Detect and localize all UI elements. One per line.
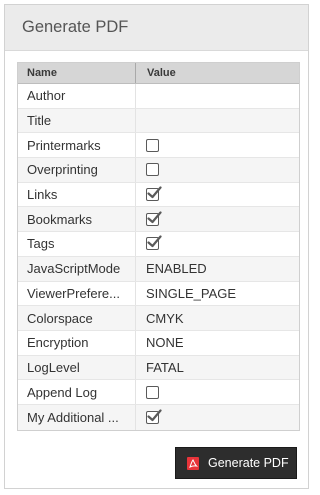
property-value[interactable]: ENABLED bbox=[136, 257, 299, 281]
property-name: Author bbox=[18, 84, 136, 108]
grid-row[interactable]: My Additional ... bbox=[18, 404, 299, 430]
property-value[interactable]: FATAL bbox=[136, 356, 299, 380]
property-name: Append Log bbox=[18, 380, 136, 404]
grid-row[interactable]: Append Log bbox=[18, 380, 299, 405]
property-value bbox=[136, 207, 299, 231]
property-value[interactable] bbox=[136, 109, 299, 133]
grid-row[interactable]: Tags bbox=[18, 232, 299, 257]
grid-row[interactable]: LogLevel FATAL bbox=[18, 355, 299, 381]
generate-pdf-label: Generate PDF bbox=[208, 456, 289, 470]
property-value bbox=[136, 183, 299, 207]
checkbox-checked[interactable] bbox=[146, 235, 162, 251]
grid-row[interactable]: Links bbox=[18, 182, 299, 208]
generate-pdf-button[interactable]: Generate PDF bbox=[175, 447, 297, 479]
property-name: Printermarks bbox=[18, 133, 136, 158]
property-name: Bookmarks bbox=[18, 207, 136, 232]
checkmark-icon bbox=[147, 409, 162, 421]
property-value-text: NONE bbox=[146, 335, 184, 351]
checkbox-checked[interactable] bbox=[146, 409, 162, 424]
property-name: Title bbox=[18, 108, 136, 133]
property-name: My Additional ... bbox=[18, 404, 136, 430]
property-value[interactable]: NONE bbox=[136, 331, 299, 355]
grid-row[interactable]: Bookmarks bbox=[18, 207, 299, 233]
checkmark-icon bbox=[147, 186, 162, 199]
grid-row[interactable]: Printermarks bbox=[18, 133, 299, 159]
property-value[interactable]: CMYK bbox=[136, 306, 299, 330]
property-name: Overprinting bbox=[18, 158, 136, 182]
checkmark-icon bbox=[147, 235, 162, 248]
property-name: JavaScriptMode bbox=[18, 256, 136, 281]
property-value bbox=[136, 405, 299, 430]
property-value bbox=[136, 158, 299, 182]
grid-row[interactable]: Title bbox=[18, 108, 299, 134]
property-name: Encryption bbox=[18, 330, 136, 355]
grid-row[interactable]: JavaScriptMode ENABLED bbox=[18, 256, 299, 282]
grid-body: Author Title Printermarks Overprinting Links… bbox=[18, 84, 299, 430]
column-header-value[interactable]: Value bbox=[136, 63, 299, 83]
property-name: LogLevel bbox=[18, 355, 136, 380]
checkbox-checked[interactable] bbox=[146, 211, 162, 226]
property-name: ViewerPrefere... bbox=[18, 281, 136, 306]
grid-row[interactable]: ViewerPrefere... SINGLE_PAGE bbox=[18, 281, 299, 307]
property-value-text: ENABLED bbox=[146, 261, 207, 277]
property-name: Tags bbox=[18, 232, 136, 256]
property-grid: Name Value Author Title Printermarks Overpr… bbox=[17, 62, 300, 431]
grid-row[interactable]: Encryption NONE bbox=[18, 330, 299, 356]
property-value bbox=[136, 380, 299, 404]
property-value bbox=[136, 133, 299, 157]
grid-row[interactable]: Overprinting bbox=[18, 158, 299, 183]
property-value-text: FATAL bbox=[146, 359, 184, 375]
property-value[interactable]: SINGLE_PAGE bbox=[136, 282, 299, 306]
checkbox-unchecked[interactable] bbox=[146, 385, 159, 399]
property-value bbox=[136, 232, 299, 256]
grid-row[interactable]: Colorspace CMYK bbox=[18, 306, 299, 331]
pdf-icon bbox=[187, 456, 199, 470]
checkbox-unchecked[interactable] bbox=[146, 138, 159, 152]
property-name: Links bbox=[18, 182, 136, 207]
checkbox-unchecked[interactable] bbox=[146, 163, 159, 177]
grid-row[interactable]: Author bbox=[18, 84, 299, 109]
property-value[interactable] bbox=[136, 84, 299, 108]
property-name: Colorspace bbox=[18, 306, 136, 330]
checkmark-icon bbox=[147, 211, 162, 223]
grid-header: Name Value bbox=[18, 63, 299, 84]
panel-title: Generate PDF bbox=[5, 5, 308, 51]
generate-pdf-panel: Generate PDF Name Value Author Title Print… bbox=[4, 4, 309, 489]
property-value-text: SINGLE_PAGE bbox=[146, 285, 237, 301]
column-header-name[interactable]: Name bbox=[18, 63, 136, 83]
checkbox-checked[interactable] bbox=[146, 186, 162, 202]
property-value-text: CMYK bbox=[146, 310, 184, 326]
